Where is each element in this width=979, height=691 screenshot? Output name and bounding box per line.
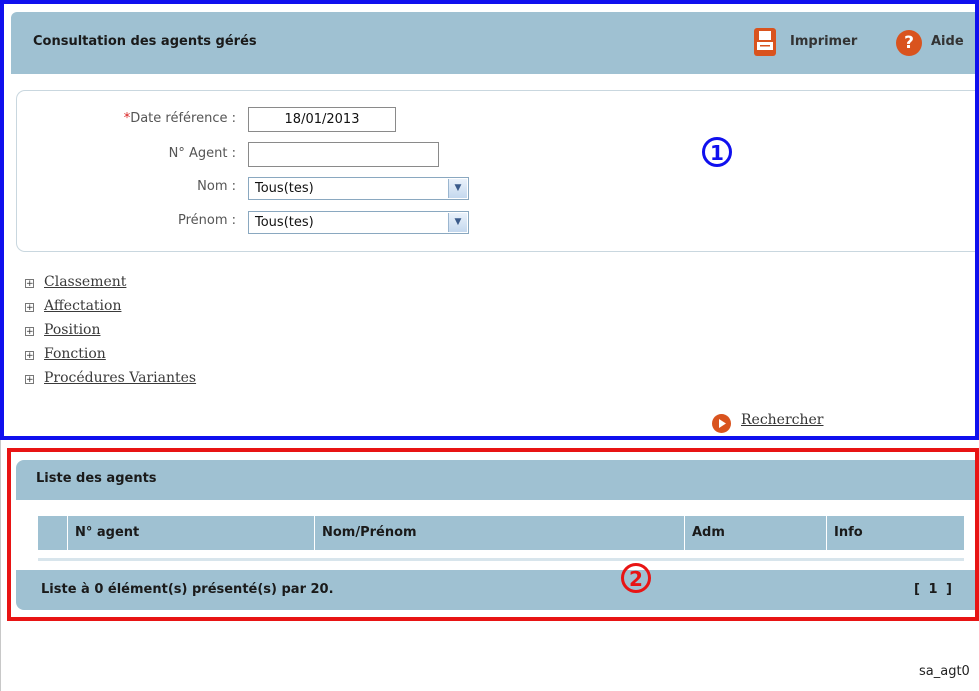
- screen-code: sa_agt0: [919, 664, 970, 679]
- annotation-box-2: [7, 448, 979, 621]
- annotation-box-1: [0, 0, 979, 440]
